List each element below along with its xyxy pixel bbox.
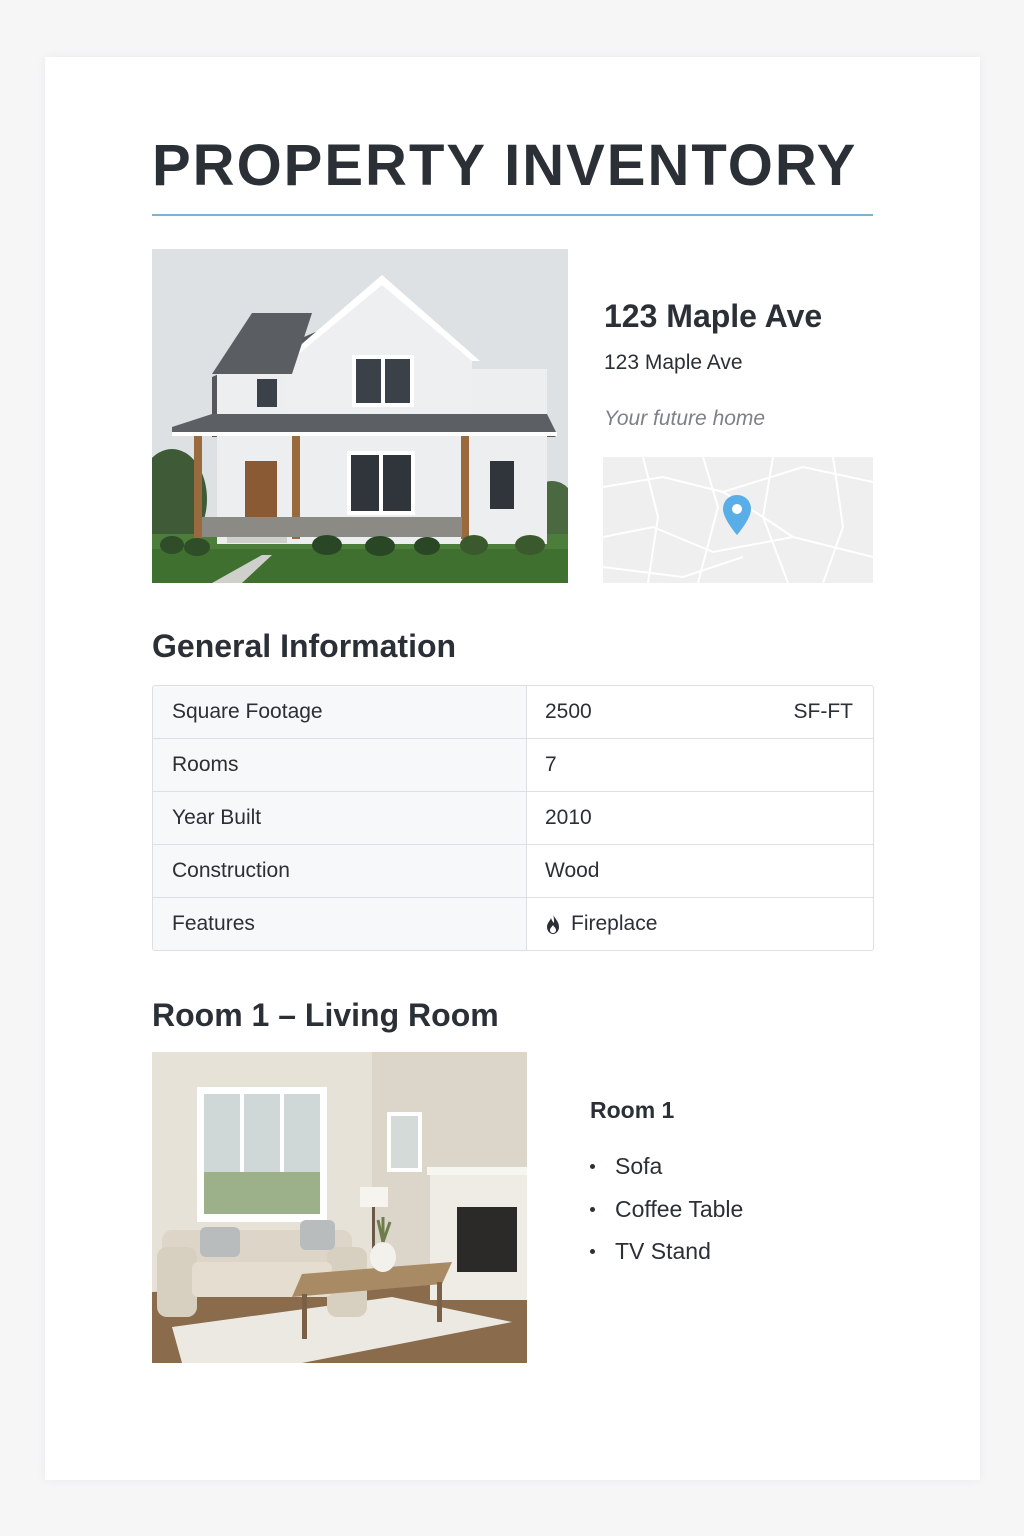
title-divider <box>152 214 873 216</box>
row-label: Construction <box>153 845 527 897</box>
map-pin-icon <box>723 495 751 535</box>
list-item: Sofa <box>590 1145 743 1188</box>
table-row: Year Built 2010 <box>153 791 873 844</box>
house-photo <box>152 249 568 583</box>
living-room-photo <box>152 1052 527 1363</box>
feature-value: Fireplace <box>571 912 658 935</box>
row-label: Square Footage <box>153 686 527 738</box>
table-row: Square Footage 2500 SF-FT <box>153 686 873 738</box>
room-section-heading: Room 1 – Living Room <box>152 997 499 1033</box>
square-footage-unit: SF-FT <box>793 700 853 723</box>
table-row: Rooms 7 <box>153 738 873 791</box>
property-address: 123 Maple Ave <box>604 351 743 374</box>
property-heading: 123 Maple Ave <box>604 298 823 334</box>
table-row: Features Fireplace <box>153 897 873 950</box>
row-value: 2500 SF-FT <box>527 686 873 738</box>
general-info-heading: General Information <box>152 628 457 664</box>
row-label: Year Built <box>153 792 527 844</box>
living-room-illustration <box>152 1052 527 1363</box>
row-value: Fireplace <box>527 898 873 950</box>
list-item: Coffee Table <box>590 1188 743 1231</box>
general-info-table: Square Footage 2500 SF-FT Rooms 7 Year B… <box>152 685 874 951</box>
table-row: Construction Wood <box>153 844 873 897</box>
row-value: 7 <box>545 753 557 776</box>
row-value: Wood <box>545 859 600 882</box>
location-map[interactable] <box>603 457 873 583</box>
row-label: Features <box>153 898 527 950</box>
square-footage-value: 2500 <box>545 700 592 723</box>
room-items-list: Sofa Coffee Table TV Stand <box>590 1145 743 1273</box>
house-illustration <box>152 249 568 583</box>
room-name: Room 1 <box>590 1097 675 1123</box>
flame-icon <box>547 914 559 934</box>
page-title: PROPERTY INVENTORY <box>152 133 858 198</box>
list-item: TV Stand <box>590 1230 743 1273</box>
row-label: Rooms <box>153 739 527 791</box>
property-tagline: Your future home <box>604 407 766 430</box>
row-value: 2010 <box>545 806 592 829</box>
